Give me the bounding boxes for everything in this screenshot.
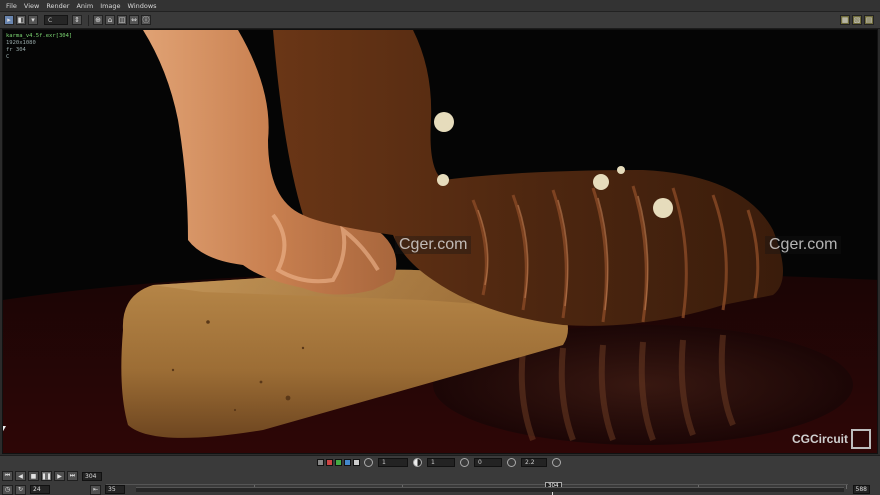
layout-icon[interactable]: ▤ <box>864 15 874 25</box>
offset-field[interactable]: 0 <box>474 458 502 467</box>
range-end-field[interactable]: 588 <box>852 485 870 494</box>
chip-blue-icon[interactable] <box>344 459 351 466</box>
exposure-field[interactable]: 1 <box>378 458 408 467</box>
gamma-icon[interactable] <box>413 458 422 467</box>
lut-icon[interactable] <box>507 458 516 467</box>
hud-frame: fr 304 <box>6 47 26 53</box>
chip-white-icon[interactable] <box>317 459 324 466</box>
menu-render[interactable]: Render <box>46 2 69 10</box>
fps-field[interactable]: 24 <box>30 485 50 494</box>
watermark-right: Cger.com <box>765 236 842 254</box>
cgcircuit-logo: CGCircuit <box>792 429 871 449</box>
range-slider[interactable] <box>136 487 844 492</box>
menu-bar: File View Render Anim Image Windows <box>0 0 880 12</box>
menu-anim[interactable]: Anim <box>76 2 93 10</box>
menu-image[interactable]: Image <box>100 2 120 10</box>
home-icon[interactable]: ⌂ <box>105 15 115 25</box>
info-icon[interactable]: ⓘ <box>141 15 151 25</box>
chip-green-icon[interactable] <box>335 459 342 466</box>
viewer-controls-row: 1 1 0 2.2 <box>0 456 880 469</box>
lut-field[interactable]: 2.2 <box>521 458 547 467</box>
transport-row: ⏮ ◀ ■ ❚❚ ▶ ⏭ 304 1 120 240 360 480 588 3… <box>0 469 880 495</box>
logo-text: CGCircuit <box>791 432 848 446</box>
menu-windows[interactable]: Windows <box>128 2 157 10</box>
viewer-hud: karma_v4.5f.exr[304] 1920x1080 fr 304 C <box>6 33 72 61</box>
jump-start-icon[interactable]: ⏮ <box>2 471 13 481</box>
play-reverse-icon[interactable]: ◀ <box>15 471 26 481</box>
mouse-cursor-icon <box>3 426 6 433</box>
zoom-icon[interactable]: ⊕ <box>93 15 103 25</box>
viewer-toolbar: ▸ ◧ ▾ C ⇕ ⊕ ⌂ ◫ ⇔ ⓘ ▦ ▧ ▤ <box>0 12 880 29</box>
menu-view[interactable]: View <box>24 2 39 10</box>
playbar: 1 1 0 2.2 ⏮ ◀ ■ ❚❚ ▶ ⏭ 304 1 120 240 360… <box>0 455 880 495</box>
flip-icon[interactable]: ⇔ <box>129 15 139 25</box>
watermark-left: Cger.com <box>395 236 472 254</box>
channel-selector[interactable]: C <box>44 15 68 25</box>
view-tool-icon[interactable]: ◧ <box>16 15 26 25</box>
stepper-icon[interactable]: ⇕ <box>72 15 82 25</box>
offset-icon[interactable] <box>460 458 469 467</box>
hud-filename: karma_v4.5f.exr[304] <box>6 33 73 39</box>
render-viewport[interactable]: karma_v4.5f.exr[304] 1920x1080 fr 304 C … <box>2 29 878 454</box>
exposure-icon[interactable] <box>364 458 373 467</box>
hud-resolution: 1920x1080 <box>6 40 36 46</box>
snapshot-icon[interactable]: ▦ <box>840 15 850 25</box>
realtime-toggle-icon[interactable]: ◷ <box>2 484 13 495</box>
current-frame-field[interactable]: 304 <box>82 471 102 481</box>
gamma-field[interactable]: 1 <box>427 458 455 467</box>
range-start-icon[interactable]: ⇤ <box>90 484 101 495</box>
select-tool-icon[interactable]: ▸ <box>4 15 14 25</box>
hud-extra: C <box>6 54 10 60</box>
stop-icon[interactable]: ■ <box>28 471 39 481</box>
compare-icon[interactable]: ▧ <box>852 15 862 25</box>
chat-bubble-icon <box>851 429 871 449</box>
pause-icon[interactable]: ❚❚ <box>41 471 52 481</box>
chip-alpha-icon[interactable] <box>353 459 360 466</box>
chip-red-icon[interactable] <box>326 459 333 466</box>
play-forward-icon[interactable]: ▶ <box>54 471 65 481</box>
range-row: ◷ ↻ 24 ⇤ 35 588 <box>0 483 880 495</box>
range-start-field[interactable]: 35 <box>105 485 125 494</box>
eyedropper-icon[interactable] <box>552 458 561 467</box>
frame-icon[interactable]: ◫ <box>117 15 127 25</box>
loop-icon[interactable]: ↻ <box>15 484 26 495</box>
menu-file[interactable]: File <box>6 2 17 10</box>
jump-end-icon[interactable]: ⏭ <box>67 471 78 481</box>
display-options-icon[interactable]: ▾ <box>28 15 38 25</box>
toolbar-divider <box>88 14 89 26</box>
